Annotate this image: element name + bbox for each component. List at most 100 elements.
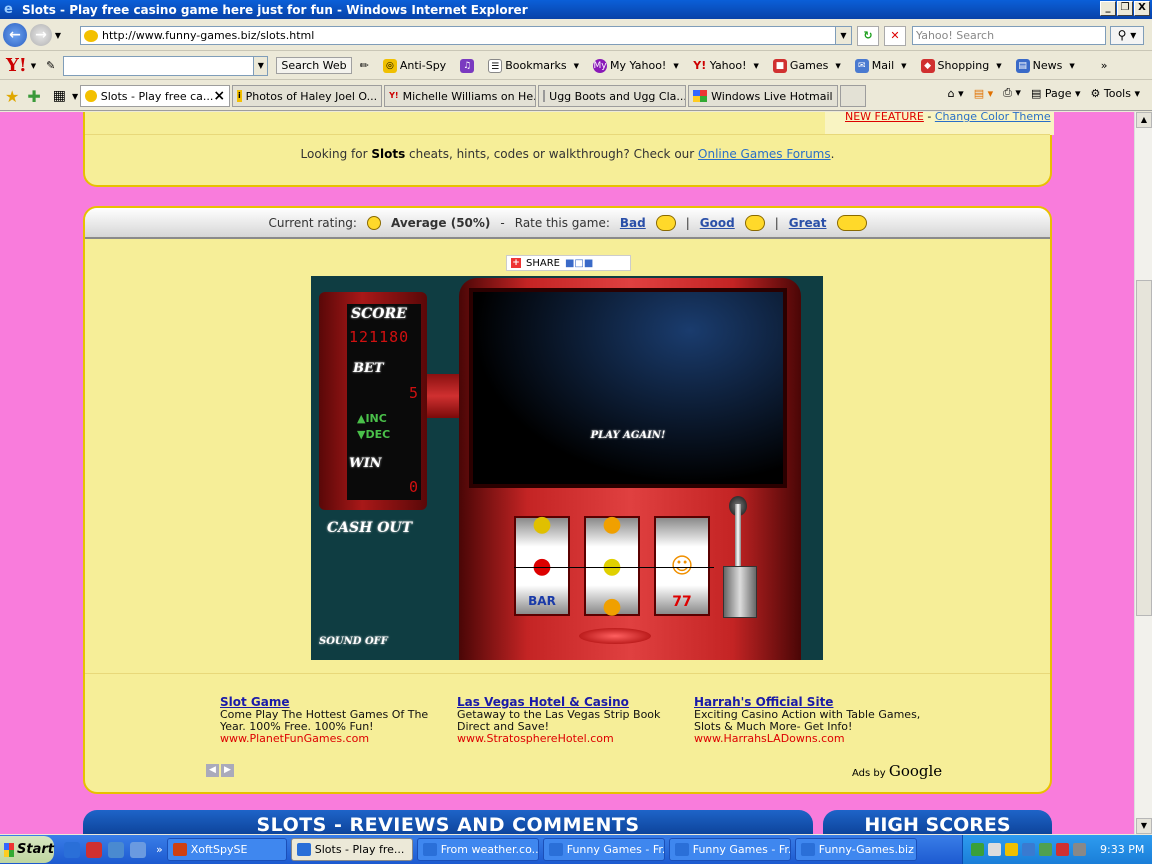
bookmarks-button[interactable]: ☰ Bookmarks ▼ xyxy=(488,58,579,73)
spin-button[interactable] xyxy=(579,628,651,644)
print-icon[interactable]: ⎙ ▾ xyxy=(1003,86,1021,100)
tray-zonealarm-icon[interactable] xyxy=(988,843,1001,856)
app-quicklaunch-icon[interactable] xyxy=(86,841,102,858)
good-face-icon[interactable] xyxy=(744,214,765,231)
tray-network-icon[interactable] xyxy=(1022,843,1035,856)
ad-url[interactable]: www.HarrahsLADowns.com xyxy=(694,733,924,745)
url-input[interactable]: http://www.funny-games.biz/slots.html ▼ xyxy=(80,26,852,45)
tab-slots[interactable]: Slots - Play free ca... × xyxy=(80,85,231,107)
search-web-button[interactable]: Search Web xyxy=(276,57,352,74)
forward-button[interactable]: → xyxy=(30,24,52,46)
yahoo-search-input[interactable]: Yahoo! Search xyxy=(912,26,1106,45)
share-button[interactable]: + SHARE ■□■ xyxy=(506,255,631,271)
news-button[interactable]: ▤ News ▼ xyxy=(1015,58,1075,73)
task-funny-games-1[interactable]: Funny Games - Fr... xyxy=(542,838,665,861)
scroll-up-icon[interactable]: ▲ xyxy=(1136,112,1152,128)
inc-bet-button[interactable]: ▲INC xyxy=(357,412,387,425)
pencil-icon[interactable]: ✎ xyxy=(46,59,55,72)
quicklaunch-overflow-icon[interactable]: » xyxy=(156,843,163,856)
tray-update-icon[interactable] xyxy=(1039,843,1052,856)
cash-out-button[interactable]: CASH OUT xyxy=(327,520,412,536)
stop-button[interactable]: ✕ xyxy=(884,26,906,46)
tab-ugg-boots[interactable]: Ugg Boots and Ugg Cla... xyxy=(538,85,687,107)
ad-title[interactable]: Slot Game xyxy=(220,696,450,708)
yahoo-menu-caret-icon[interactable]: ▼ xyxy=(31,62,36,70)
share-services-icon: ■□■ xyxy=(564,257,594,269)
ad-url[interactable]: www.StratosphereHotel.com xyxy=(457,733,687,745)
desktop-quicklaunch-icon[interactable] xyxy=(130,841,146,858)
ad-slot-game[interactable]: Slot Game Come Play The Hottest Games Of… xyxy=(220,696,450,745)
yahoo-button[interactable]: Y! Yahoo! ▼ xyxy=(693,59,759,73)
games-button[interactable]: ■ Games ▼ xyxy=(772,58,841,73)
task-slots[interactable]: Slots - Play fre... xyxy=(290,838,413,861)
new-feature-link[interactable]: NEW FEATURE xyxy=(845,112,924,123)
tab-haley-joel[interactable]: i Photos of Haley Joel O... xyxy=(232,85,383,107)
new-tab-button[interactable] xyxy=(840,85,867,107)
ad-next-icon[interactable]: ▶ xyxy=(221,764,234,777)
lever-arm[interactable] xyxy=(735,504,741,574)
sound-off-button[interactable]: SOUND OFF xyxy=(319,636,388,647)
task-funny-games-2[interactable]: Funny Games - Fr... xyxy=(668,838,791,861)
great-face-icon[interactable] xyxy=(836,214,867,231)
task-weather[interactable]: From weather.co... xyxy=(416,838,539,861)
tray-alert-icon[interactable] xyxy=(1056,843,1069,856)
tray-volume-icon[interactable] xyxy=(1073,843,1086,856)
mail-button[interactable]: ✉ Mail ▼ xyxy=(854,58,907,73)
slots-game[interactable]: SCORE 121180 BET 5 ▲INC ▼DEC WIN 0 CASH … xyxy=(311,276,823,660)
tab-hotmail[interactable]: Windows Live Hotmail xyxy=(688,85,839,107)
add-favorites-icon[interactable]: ✚ xyxy=(27,87,40,106)
page-menu[interactable]: ▤ Page ▾ xyxy=(1031,87,1081,100)
tray-security-icon[interactable] xyxy=(1005,843,1018,856)
my-yahoo-button[interactable]: My My Yahoo! ▼ xyxy=(593,58,679,73)
ad-las-vegas[interactable]: Las Vegas Hotel & Casino Getaway to the … xyxy=(457,696,687,745)
tray-shield-icon[interactable] xyxy=(971,843,984,856)
history-dropdown-icon[interactable]: ▼ xyxy=(52,31,64,40)
ad-url[interactable]: www.PlanetFunGames.com xyxy=(220,733,450,745)
restore-button[interactable]: ❐ xyxy=(1117,1,1133,16)
toolbar-search-input[interactable]: ▼ xyxy=(63,55,269,76)
headphones-button[interactable]: ♫ xyxy=(460,58,475,73)
feeds-icon[interactable]: ▤ ▾ xyxy=(974,87,993,100)
tools-menu[interactable]: ⚙ Tools ▾ xyxy=(1091,87,1141,100)
dec-bet-button[interactable]: ▼DEC xyxy=(357,428,390,441)
task-xoftspy[interactable]: XoftSpySE xyxy=(166,838,287,861)
rate-great-link[interactable]: Great xyxy=(789,216,827,230)
minimize-button[interactable]: _ xyxy=(1100,1,1116,16)
scroll-down-icon[interactable]: ▼ xyxy=(1136,818,1152,834)
bad-face-icon[interactable] xyxy=(655,214,676,231)
toolbar-overflow-icon[interactable]: » xyxy=(1101,59,1108,72)
refresh-button[interactable]: ↻ xyxy=(857,26,879,46)
site-favicon-icon xyxy=(84,29,98,42)
highlight-pen-icon[interactable]: ✏ xyxy=(360,59,369,72)
page-scrollbar[interactable]: ▲ ▼ xyxy=(1134,112,1152,834)
ad-title[interactable]: Las Vegas Hotel & Casino xyxy=(457,696,687,708)
change-color-theme-link[interactable]: Change Color Theme xyxy=(935,112,1051,123)
back-button[interactable]: ← xyxy=(3,23,27,47)
favorites-star-icon[interactable]: ★ xyxy=(5,87,19,106)
online-games-forums-link[interactable]: Online Games Forums xyxy=(698,147,831,161)
task-funny-games-biz[interactable]: Funny-Games.biz ... xyxy=(794,838,917,861)
ad-title[interactable]: Harrah's Official Site xyxy=(694,696,924,708)
close-button[interactable]: X xyxy=(1134,1,1150,16)
ads-by-google[interactable]: Ads by Google xyxy=(852,762,942,780)
tab-michelle-williams[interactable]: Y! Michelle Williams on He... xyxy=(384,85,537,107)
tab-list-dropdown-icon[interactable]: ▼ xyxy=(72,92,78,101)
rate-bad-link[interactable]: Bad xyxy=(620,216,646,230)
yahoo-logo[interactable]: Y! xyxy=(6,55,27,76)
rate-good-link[interactable]: Good xyxy=(700,216,735,230)
quick-tabs-icon[interactable]: ▦ xyxy=(53,88,66,104)
search-go-button[interactable]: ⚲ ▾ xyxy=(1110,26,1144,45)
ad-prev-icon[interactable]: ◀ xyxy=(206,764,219,777)
url-dropdown-icon[interactable]: ▼ xyxy=(835,27,851,44)
toolbar-search-dropdown-icon[interactable]: ▼ xyxy=(253,56,268,75)
home-icon[interactable]: ⌂ ▾ xyxy=(948,87,964,100)
outlook-quicklaunch-icon[interactable] xyxy=(108,841,124,858)
anti-spy-button[interactable]: ◎ Anti-Spy xyxy=(382,58,446,73)
start-button[interactable]: Start xyxy=(0,836,54,863)
ad-harrahs[interactable]: Harrah's Official Site Exciting Casino A… xyxy=(694,696,924,745)
scroll-thumb[interactable] xyxy=(1136,280,1152,616)
play-again-button[interactable]: PLAY AGAIN! xyxy=(473,430,783,441)
shopping-button[interactable]: ◆ Shopping ▼ xyxy=(920,58,1002,73)
ie-quicklaunch-icon[interactable] xyxy=(64,841,80,858)
tab-close-icon[interactable]: × xyxy=(213,88,225,104)
